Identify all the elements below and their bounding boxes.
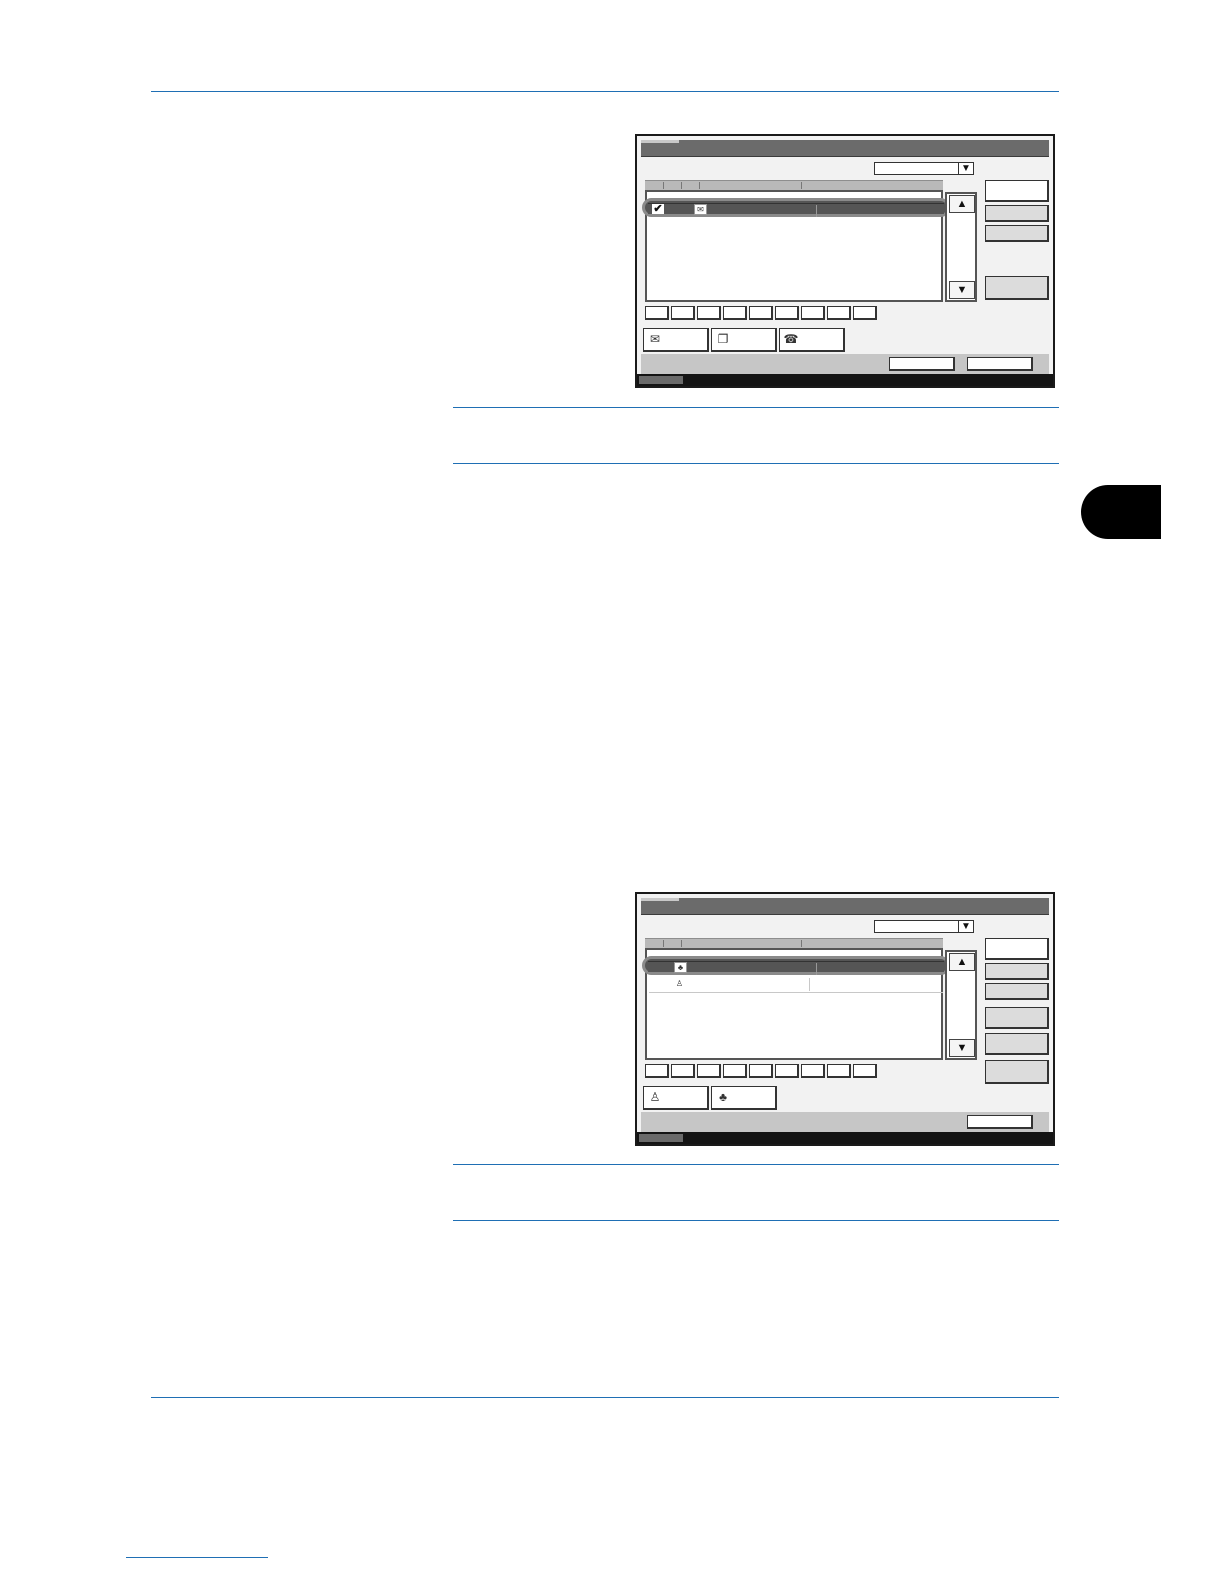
footer-rule-main <box>151 1397 1059 1398</box>
note-top-rule <box>453 407 1059 408</box>
note-bottom-rule <box>453 1220 1059 1221</box>
group-icon: ♣ <box>674 962 687 973</box>
side-button-1[interactable] <box>985 938 1049 960</box>
chevron-down-icon: ▼ <box>958 921 973 932</box>
side-button-2[interactable] <box>985 205 1049 222</box>
list-header <box>645 938 943 948</box>
folder-type-button[interactable]: ❐ <box>711 328 777 352</box>
side-button-4[interactable] <box>985 276 1049 300</box>
chevron-down-icon: ▼ <box>958 163 973 174</box>
fax-icon: ☎ <box>783 332 799 346</box>
checkbox-checked-icon: ✔ <box>652 203 664 215</box>
index-key[interactable] <box>827 306 851 320</box>
scrollbar[interactable]: ▲ ▼ <box>945 192 977 302</box>
person-icon: ♙ <box>675 979 684 988</box>
screen-1: ▼ ✔ ✉ ▲ ▼ ✉ ❐ ☎ <box>635 134 1055 388</box>
list-item[interactable]: ♙ <box>649 978 943 993</box>
scroll-up-button[interactable]: ▲ <box>949 195 975 213</box>
scrollbar[interactable]: ▲ ▼ <box>945 950 977 1060</box>
bottom-bar <box>641 354 1049 374</box>
list-header <box>645 180 943 190</box>
index-key[interactable] <box>853 1064 877 1078</box>
side-button-3[interactable] <box>985 983 1049 1000</box>
index-key[interactable] <box>801 306 825 320</box>
status-bar <box>637 374 1053 386</box>
email-icon: ✉ <box>694 204 707 215</box>
footer-link-underline <box>126 1557 268 1558</box>
index-key[interactable] <box>645 306 669 320</box>
email-icon: ✉ <box>649 332 661 346</box>
title-bar <box>641 140 1049 157</box>
ok-button[interactable] <box>967 357 1033 371</box>
group-icon: ♣ <box>719 1090 727 1104</box>
index-key[interactable] <box>775 1064 799 1078</box>
cancel-button[interactable] <box>889 357 955 371</box>
scroll-up-button[interactable]: ▲ <box>949 953 975 971</box>
note-bottom-rule <box>453 463 1059 464</box>
list-item-selected[interactable]: ✔ ✉ <box>642 198 950 217</box>
sort-dropdown[interactable]: ▼ <box>874 920 974 933</box>
side-button-1[interactable] <box>985 180 1049 202</box>
index-key[interactable] <box>723 1064 747 1078</box>
side-button-3[interactable] <box>985 225 1049 242</box>
email-type-button[interactable]: ✉ <box>643 328 709 352</box>
sort-dropdown[interactable]: ▼ <box>874 162 974 175</box>
index-key[interactable] <box>801 1064 825 1078</box>
scroll-down-button[interactable]: ▼ <box>949 281 975 299</box>
side-button-6[interactable] <box>985 1060 1049 1084</box>
scroll-down-button[interactable]: ▼ <box>949 1039 975 1057</box>
side-button-4[interactable] <box>985 1007 1049 1029</box>
index-key[interactable] <box>775 306 799 320</box>
index-key[interactable] <box>697 1064 721 1078</box>
chapter-tab <box>1081 485 1161 539</box>
list-item-selected[interactable]: ♣ <box>642 956 950 975</box>
header-rule <box>151 91 1059 92</box>
side-button-5[interactable] <box>985 1033 1049 1055</box>
index-key[interactable] <box>671 306 695 320</box>
index-key[interactable] <box>671 1064 695 1078</box>
bottom-bar <box>641 1112 1049 1132</box>
status-bar <box>637 1132 1053 1144</box>
person-icon: ♙ <box>649 1090 661 1104</box>
screen-2: ▼ ♣ ♙ ▲ ▼ ♙ ♣ <box>635 892 1055 1146</box>
index-key[interactable] <box>853 306 877 320</box>
index-key[interactable] <box>645 1064 669 1078</box>
close-button[interactable] <box>967 1115 1033 1129</box>
folder-icon: ❐ <box>717 332 729 346</box>
title-bar <box>641 898 1049 915</box>
individual-type-button[interactable]: ♙ <box>643 1086 709 1110</box>
note-top-rule <box>453 1164 1059 1165</box>
index-key[interactable] <box>697 306 721 320</box>
fax-type-button[interactable]: ☎ <box>779 328 845 352</box>
index-key[interactable] <box>749 1064 773 1078</box>
index-key[interactable] <box>723 306 747 320</box>
index-key[interactable] <box>827 1064 851 1078</box>
group-type-button[interactable]: ♣ <box>711 1086 777 1110</box>
side-button-2[interactable] <box>985 963 1049 980</box>
index-key[interactable] <box>749 306 773 320</box>
